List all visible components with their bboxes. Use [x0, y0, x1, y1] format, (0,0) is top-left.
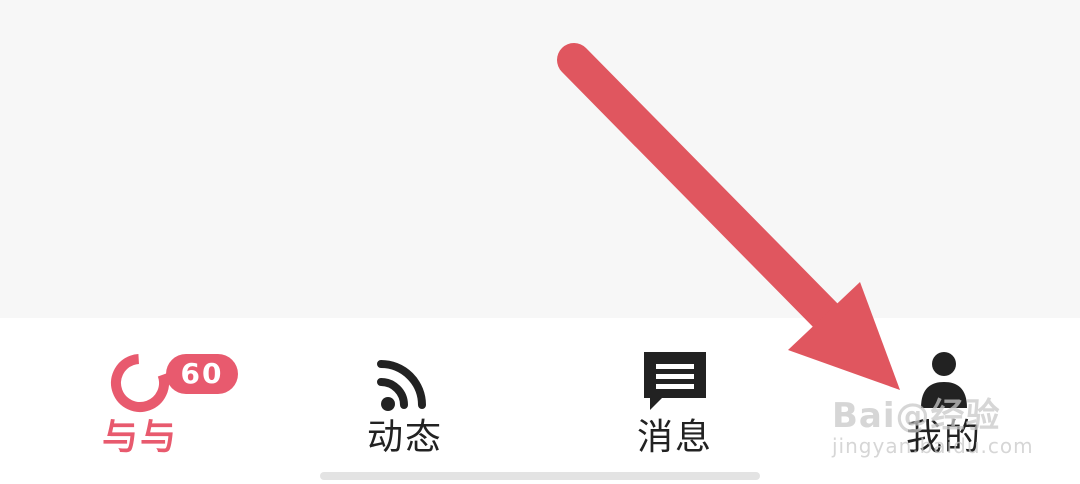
tab-dynamic[interactable]: 动态: [305, 318, 505, 484]
notification-badge: 60: [166, 354, 238, 394]
tab-label: 消息: [636, 417, 713, 458]
watermark: Bai@经验 jingyan.baidu.com: [832, 388, 1072, 468]
content-area: [0, 0, 1080, 318]
tab-messages[interactable]: 消息: [575, 318, 775, 484]
home-indicator[interactable]: [320, 472, 760, 480]
tab-label: 动态: [366, 417, 443, 458]
watermark-logo-text: Bai@经验: [832, 396, 1001, 436]
message-bubble-icon: [644, 352, 706, 410]
yuyu-ring-icon: [111, 354, 169, 412]
rss-feed-icon: [377, 360, 426, 411]
tab-label: 与与: [101, 417, 178, 458]
watermark-url: jingyan.baidu.com: [832, 434, 1034, 458]
tab-yuyu[interactable]: 60 与与: [40, 318, 240, 484]
